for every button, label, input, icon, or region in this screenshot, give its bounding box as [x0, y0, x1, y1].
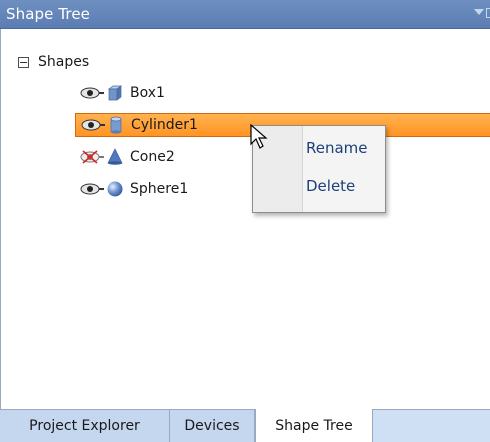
eye-hidden-icon[interactable] [80, 150, 104, 164]
tree-root-shapes[interactable]: Shapes [18, 53, 89, 71]
panel-dropdown-icon[interactable] [474, 9, 484, 15]
tree-item-label: Cylinder1 [131, 117, 198, 133]
delete-menu-item[interactable]: Delete [306, 177, 355, 195]
box-icon [107, 85, 123, 101]
cone-icon [107, 148, 123, 165]
context-menu: Rename Delete [252, 125, 386, 213]
eye-icon[interactable] [80, 86, 104, 100]
rename-menu-item[interactable]: Rename [306, 139, 368, 157]
tab-strip: Project Explorer Devices Shape Tree [0, 409, 490, 442]
tree-item-label: Box1 [130, 85, 165, 101]
eye-icon[interactable] [80, 182, 104, 196]
collapse-toggle-icon[interactable] [18, 56, 29, 68]
tree-item-label: Cone2 [130, 149, 175, 165]
tree-item-cone2[interactable]: Cone2 [75, 145, 175, 169]
tab-project-explorer[interactable]: Project Explorer [0, 410, 170, 442]
eye-icon[interactable] [81, 118, 105, 132]
cylinder-icon [110, 116, 122, 134]
panel-title: Shape Tree [6, 5, 90, 23]
tree-item-label: Sphere1 [130, 181, 189, 197]
cursor-arrow-icon [250, 124, 268, 149]
tree-root-label: Shapes [38, 54, 90, 70]
tree-item-box1[interactable]: Box1 [75, 81, 165, 105]
panel-titlebar: Shape Tree [0, 0, 490, 29]
tab-devices[interactable]: Devices [170, 410, 255, 442]
sphere-icon [107, 181, 123, 197]
shape-tree-panel: Shapes Box1 Cylinder1 Cone2 Sphere1 [0, 29, 490, 409]
panel-pin-icon[interactable] [486, 8, 490, 18]
tab-shape-tree[interactable]: Shape Tree [255, 409, 373, 442]
tree-item-sphere1[interactable]: Sphere1 [75, 177, 188, 201]
